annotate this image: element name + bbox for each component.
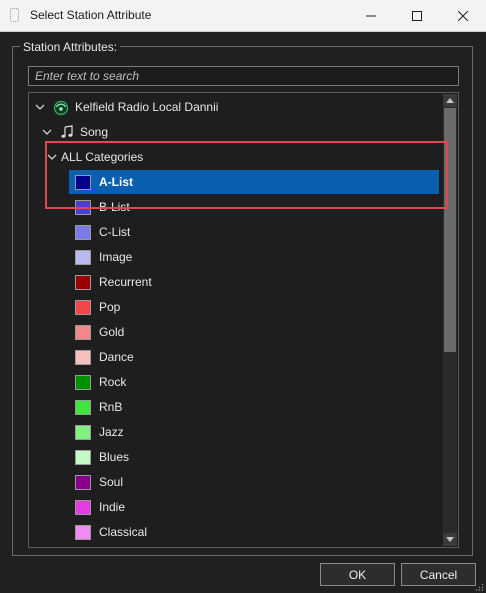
color-swatch — [75, 524, 91, 540]
color-swatch — [75, 499, 91, 515]
scroll-down-button[interactable] — [443, 533, 457, 546]
window-title: Select Station Attribute — [30, 8, 152, 22]
category-label: Rock — [99, 375, 127, 389]
chevron-down-icon[interactable] — [42, 127, 52, 137]
close-icon — [458, 10, 468, 21]
color-swatch — [75, 274, 91, 290]
category-label: Image — [99, 250, 133, 264]
category-item[interactable]: Dance — [69, 345, 439, 369]
minimize-icon — [366, 15, 376, 16]
song-label: Song — [80, 125, 109, 139]
category-label: Gold — [99, 325, 125, 339]
color-swatch — [75, 224, 91, 240]
color-swatch — [75, 299, 91, 315]
chevron-up-icon — [446, 98, 454, 103]
category-item[interactable]: Pop — [69, 295, 439, 319]
category-label: A-List — [99, 175, 133, 189]
category-item[interactable]: Indie — [69, 495, 439, 519]
ok-button[interactable]: OK — [320, 563, 395, 586]
color-swatch — [75, 449, 91, 465]
tree-node-station[interactable]: Kelfield Radio Local Dannii — [35, 95, 218, 119]
search-input[interactable] — [29, 67, 458, 85]
station-label: Kelfield Radio Local Dannii — [75, 100, 219, 114]
color-swatch — [75, 249, 91, 265]
scrollbar-thumb[interactable] — [444, 108, 456, 352]
close-button[interactable] — [440, 0, 486, 31]
resize-grip-icon[interactable] — [476, 583, 484, 591]
music-note-icon — [60, 125, 74, 139]
chevron-down-icon — [446, 537, 454, 542]
title-bar: Select Station Attribute — [0, 0, 486, 32]
color-swatch — [75, 174, 91, 190]
category-item[interactable]: B-List — [69, 195, 439, 219]
scroll-up-button[interactable] — [443, 94, 457, 107]
category-item[interactable]: Image — [69, 245, 439, 269]
category-label: Jazz — [99, 425, 124, 439]
tree-node-all-categories[interactable]: ALL Categories — [47, 145, 143, 169]
group-label: Station Attributes: — [20, 41, 121, 54]
cancel-button[interactable]: Cancel — [401, 563, 476, 586]
category-item[interactable]: A-List — [69, 170, 439, 194]
category-item[interactable]: Recurrent — [69, 270, 439, 294]
category-item[interactable]: Soul — [69, 470, 439, 494]
search-box[interactable] — [28, 66, 459, 86]
category-label: Classical — [99, 525, 148, 539]
category-label: RnB — [99, 400, 123, 414]
category-label: Soul — [99, 475, 124, 489]
app-icon — [10, 8, 19, 22]
tree-node-song[interactable]: Song — [42, 120, 108, 144]
category-label: B-List — [99, 200, 130, 214]
category-label: Recurrent — [99, 275, 152, 289]
category-item[interactable]: Rock — [69, 370, 439, 394]
category-item[interactable]: RnB — [69, 395, 439, 419]
color-swatch — [75, 399, 91, 415]
category-label: C-List — [99, 225, 131, 239]
all-categories-label: ALL Categories — [61, 150, 144, 164]
color-swatch — [75, 324, 91, 340]
attribute-tree: Kelfield Radio Local Dannii Song ALL Cat… — [28, 92, 459, 548]
category-label: Pop — [99, 300, 121, 314]
maximize-button[interactable] — [394, 0, 440, 31]
chevron-down-icon[interactable] — [47, 152, 57, 162]
category-item[interactable]: Blues — [69, 445, 439, 469]
color-swatch — [75, 424, 91, 440]
chevron-down-icon[interactable] — [35, 102, 45, 112]
color-swatch — [75, 374, 91, 390]
category-label: Blues — [99, 450, 130, 464]
category-item[interactable]: Classical — [69, 520, 439, 544]
color-swatch — [75, 349, 91, 365]
minimize-button[interactable] — [348, 0, 394, 31]
category-item[interactable]: C-List — [69, 220, 439, 244]
color-swatch — [75, 474, 91, 490]
maximize-icon — [412, 10, 422, 21]
category-label: Dance — [99, 350, 134, 364]
category-label: Indie — [99, 500, 126, 514]
color-swatch — [75, 199, 91, 215]
category-item[interactable]: Jazz — [69, 420, 439, 444]
category-item[interactable]: Gold — [69, 320, 439, 344]
station-icon — [53, 99, 69, 115]
